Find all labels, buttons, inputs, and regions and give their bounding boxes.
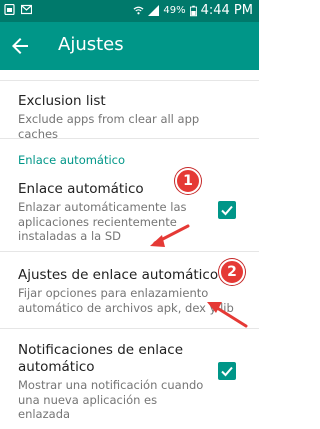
battery-icon — [189, 5, 197, 16]
setting-title: Ajustes de enlace automático — [18, 267, 219, 283]
page-title: Ajustes — [58, 34, 124, 55]
setting-exclusion-list[interactable]: Exclusion list Exclude apps from clear a… — [18, 93, 238, 141]
annotation-badge-1: 1 — [175, 168, 201, 194]
setting-summary: Fijar opciones para enlazamiento automát… — [18, 286, 234, 315]
check-icon — [221, 205, 233, 216]
notifications-checkbox[interactable] — [218, 362, 236, 380]
section-header-auto-link: Enlace automático — [18, 153, 126, 167]
message-icon — [21, 4, 32, 15]
check-icon — [221, 366, 233, 377]
setting-auto-link-notifications[interactable]: Notificaciones de enlace automático Most… — [18, 342, 208, 422]
annotation-badge-2: 2 — [219, 259, 245, 285]
divider — [0, 138, 259, 139]
setting-summary: Mostrar una notificación cuando una nuev… — [18, 378, 204, 421]
clock: 4:44 PM — [200, 3, 253, 18]
divider — [0, 80, 259, 81]
setting-summary: Enlazar automáticamente las aplicaciones… — [18, 200, 187, 243]
back-arrow-icon[interactable] — [8, 34, 32, 58]
sim-icon — [4, 4, 15, 15]
wifi-icon — [133, 6, 144, 15]
setting-title: Exclusion list — [18, 93, 106, 109]
setting-title: Notificaciones de enlace automático — [18, 342, 183, 375]
auto-link-checkbox[interactable] — [218, 201, 236, 219]
divider — [0, 251, 259, 252]
setting-auto-link-options[interactable]: Ajustes de enlace automático Fijar opcio… — [18, 267, 248, 315]
status-bar: 49% 4:44 PM — [0, 0, 259, 22]
setting-summary: Exclude apps from clear all app caches — [18, 112, 200, 141]
battery-percent: 49% — [163, 5, 186, 16]
app-bar: Ajustes — [0, 22, 259, 70]
divider — [0, 328, 259, 329]
signal-icon — [148, 5, 160, 16]
